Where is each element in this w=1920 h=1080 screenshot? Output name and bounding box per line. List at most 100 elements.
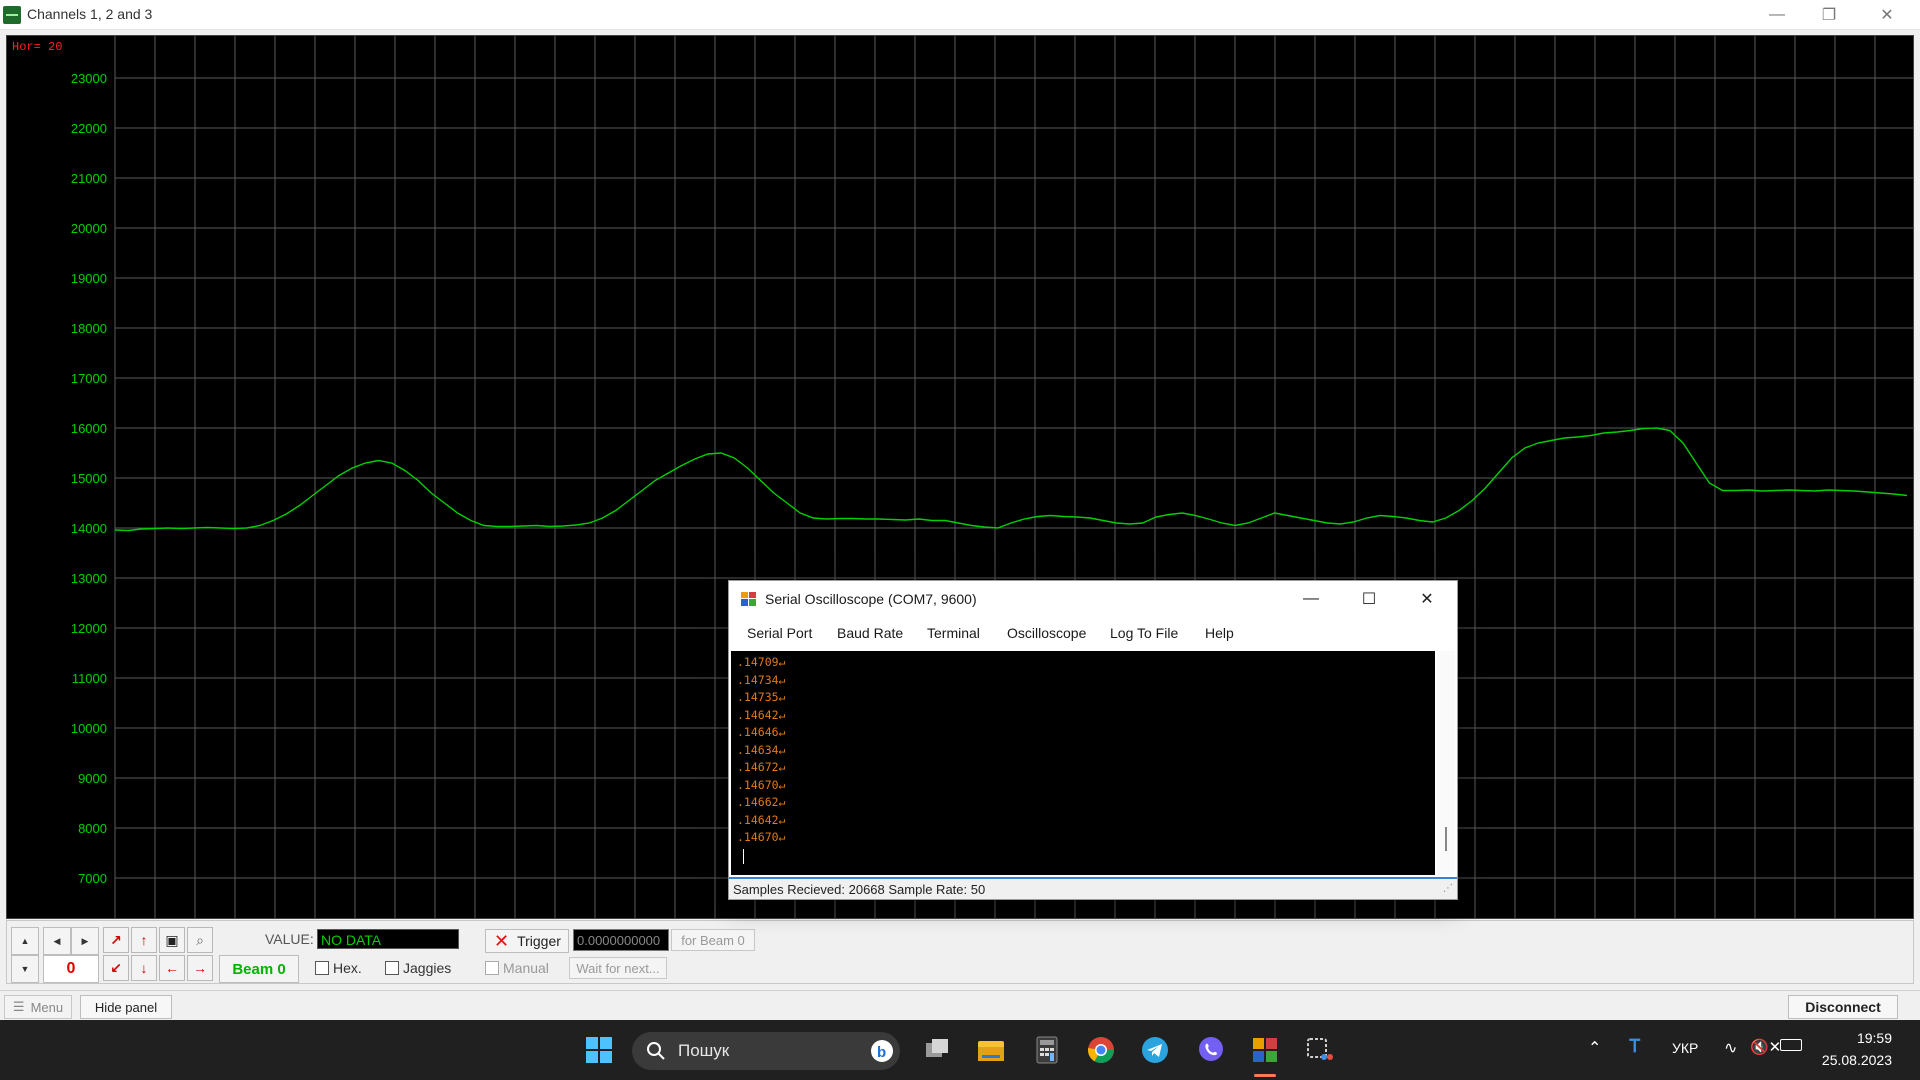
diag-up-arrow-icon[interactable]: ↗ bbox=[103, 927, 129, 953]
language-indicator[interactable]: УКР bbox=[1672, 1040, 1698, 1056]
jaggies-label: Jaggies bbox=[403, 960, 452, 976]
zoom-icon[interactable]: ⌕ bbox=[187, 927, 213, 953]
svg-text:b: b bbox=[877, 1044, 886, 1061]
hide-panel-button[interactable]: Hide panel bbox=[80, 995, 172, 1019]
snipping-tool-icon[interactable] bbox=[1304, 1035, 1334, 1065]
up-arrow-icon[interactable]: ↑ bbox=[131, 927, 157, 953]
terminal-line: .14662↵ bbox=[737, 795, 786, 809]
minimize-icon[interactable]: — bbox=[1283, 583, 1339, 615]
bottom-bar: ☰ Menu Hide panel Disconnect bbox=[0, 990, 1920, 1020]
scroll-left-button[interactable]: ◀ bbox=[43, 927, 71, 955]
y-tick-label: 15000 bbox=[71, 471, 107, 486]
y-tick-label: 7000 bbox=[78, 871, 107, 886]
task-view-icon[interactable] bbox=[922, 1035, 952, 1065]
menu-help[interactable]: Help bbox=[1205, 625, 1234, 641]
trigger-value-input[interactable]: 0.0000000000 bbox=[573, 929, 669, 951]
diag-down-arrow-icon[interactable]: ↙ bbox=[103, 955, 129, 981]
menu-baud-rate[interactable]: Baud Rate bbox=[837, 625, 903, 641]
file-explorer-icon[interactable] bbox=[976, 1035, 1006, 1065]
y-tick-label: 19000 bbox=[71, 271, 107, 286]
checkbox-box[interactable] bbox=[485, 961, 499, 975]
manual-checkbox[interactable]: Manual bbox=[485, 960, 549, 976]
serial-window-title-bar[interactable]: Serial Oscilloscope (COM7, 9600) — ☐ ✕ bbox=[729, 581, 1457, 617]
serial-status-bar: Samples Recieved: 20668 Sample Rate: 50 … bbox=[729, 877, 1457, 899]
trigger-label: Trigger bbox=[517, 933, 561, 949]
menu-serial-port[interactable]: Serial Port bbox=[747, 625, 812, 641]
taskbar: Пошук b ⌃ Ꭲ УКР ∿ 🔇✕ 19:59 25.08.2023 bbox=[0, 1020, 1920, 1080]
y-tick-label: 21000 bbox=[71, 171, 107, 186]
clock-date[interactable]: 25.08.2023 bbox=[1822, 1052, 1892, 1068]
close-icon[interactable]: ✕ bbox=[1858, 0, 1916, 30]
y-tick-label: 18000 bbox=[71, 321, 107, 336]
y-tick-label: 10000 bbox=[71, 721, 107, 736]
wait-for-next-button[interactable]: Wait for next... bbox=[569, 957, 667, 979]
windows-start-icon[interactable] bbox=[584, 1035, 614, 1065]
scroll-down-button[interactable]: ▼ bbox=[11, 955, 39, 983]
battery-icon[interactable] bbox=[1780, 1039, 1802, 1051]
menu-terminal[interactable]: Terminal bbox=[927, 625, 980, 641]
menu-oscilloscope[interactable]: Oscilloscope bbox=[1007, 625, 1086, 641]
serial-window-title: Serial Oscilloscope (COM7, 9600) bbox=[765, 591, 977, 607]
scroll-up-button[interactable]: ▲ bbox=[11, 927, 39, 955]
checkbox-box[interactable] bbox=[385, 961, 399, 975]
terminal-line: .14735↵ bbox=[737, 690, 786, 704]
terminal-line: .14634↵ bbox=[737, 742, 786, 757]
jaggies-checkbox[interactable]: Jaggies bbox=[385, 960, 451, 976]
wifi-icon[interactable]: ∿ bbox=[1724, 1038, 1737, 1058]
text-cursor bbox=[743, 849, 744, 864]
minimize-icon[interactable]: — bbox=[1748, 0, 1806, 30]
pan-icon[interactable]: ▣ bbox=[159, 927, 185, 953]
samples-status: Samples Recieved: 20668 Sample Rate: 50 bbox=[733, 882, 986, 897]
serial-menu-bar: Serial Port Baud Rate Terminal Oscillosc… bbox=[729, 617, 1457, 647]
restore-icon[interactable]: ❐ bbox=[1800, 0, 1858, 30]
hex-label: Hex. bbox=[333, 960, 362, 976]
disconnect-button[interactable]: Disconnect bbox=[1788, 995, 1898, 1019]
terminal-lines: .14709↵ .14734↵ .14735↵ .14642↵ .14646↵ … bbox=[737, 654, 785, 847]
terminal-line: .14646↵ bbox=[737, 725, 786, 739]
search-box[interactable]: Пошук b bbox=[632, 1032, 900, 1070]
y-tick-label: 17000 bbox=[71, 371, 107, 386]
scroll-right-button[interactable]: ▶ bbox=[71, 927, 99, 955]
bluetooth-icon[interactable]: Ꭲ bbox=[1630, 1036, 1641, 1057]
menu-button[interactable]: ☰ Menu bbox=[4, 995, 72, 1019]
viber-icon[interactable] bbox=[1196, 1035, 1226, 1065]
maximize-icon[interactable]: ☐ bbox=[1341, 583, 1397, 615]
y-tick-label: 23000 bbox=[71, 71, 107, 86]
value-display: NO DATA bbox=[317, 929, 459, 949]
terminal-line: .14734↵ bbox=[737, 672, 786, 687]
hex-checkbox[interactable]: Hex. bbox=[315, 960, 362, 976]
y-tick-label: 14000 bbox=[71, 521, 107, 536]
serial-oscilloscope-window: Serial Oscilloscope (COM7, 9600) — ☐ ✕ S… bbox=[728, 580, 1458, 900]
terminal-line: .14670↵ bbox=[737, 830, 786, 844]
chrome-icon[interactable] bbox=[1086, 1035, 1116, 1065]
trigger-x-icon: ✕ bbox=[494, 930, 510, 951]
serial-oscilloscope-icon[interactable] bbox=[1250, 1035, 1280, 1065]
for-beam-button[interactable]: for Beam 0 bbox=[671, 929, 755, 951]
resize-grip-icon[interactable]: ⋰ bbox=[1443, 883, 1453, 894]
scrollbar-thumb[interactable] bbox=[1445, 827, 1447, 851]
telegram-icon[interactable] bbox=[1140, 1035, 1170, 1065]
beam-counter[interactable]: 0 bbox=[43, 955, 99, 983]
chevron-up-icon[interactable]: ⌃ bbox=[1588, 1038, 1601, 1058]
terminal-output[interactable]: .14709↵ .14734↵ .14735↵ .14642↵ .14646↵ … bbox=[731, 651, 1435, 875]
right-arrow-icon[interactable]: → bbox=[187, 955, 213, 981]
trigger-button[interactable]: ✕ Trigger bbox=[485, 929, 569, 953]
serial-app-icon bbox=[741, 592, 756, 606]
close-icon[interactable]: ✕ bbox=[1399, 583, 1455, 615]
menu-log-to-file[interactable]: Log To File bbox=[1110, 625, 1178, 641]
bing-icon[interactable]: b bbox=[870, 1039, 894, 1063]
terminal-line: .14672↵ bbox=[737, 760, 786, 774]
left-arrow-icon[interactable]: ← bbox=[159, 955, 185, 981]
menu-icon: ☰ bbox=[12, 999, 25, 1014]
beam-button[interactable]: Beam 0 bbox=[219, 955, 299, 983]
title-bar: Channels 1, 2 and 3 — ❐ ✕ bbox=[0, 0, 1920, 30]
terminal-line: .14670↵ bbox=[737, 777, 786, 792]
down-arrow-icon[interactable]: ↓ bbox=[131, 955, 157, 981]
checkbox-box[interactable] bbox=[315, 961, 329, 975]
clock-time[interactable]: 19:59 bbox=[1857, 1030, 1892, 1046]
y-tick-label: 22000 bbox=[71, 121, 107, 136]
speaker-muted-icon[interactable]: 🔇✕ bbox=[1750, 1038, 1781, 1056]
search-icon bbox=[647, 1042, 665, 1060]
calculator-icon[interactable] bbox=[1032, 1035, 1062, 1065]
terminal-scrollbar[interactable] bbox=[1437, 651, 1455, 875]
